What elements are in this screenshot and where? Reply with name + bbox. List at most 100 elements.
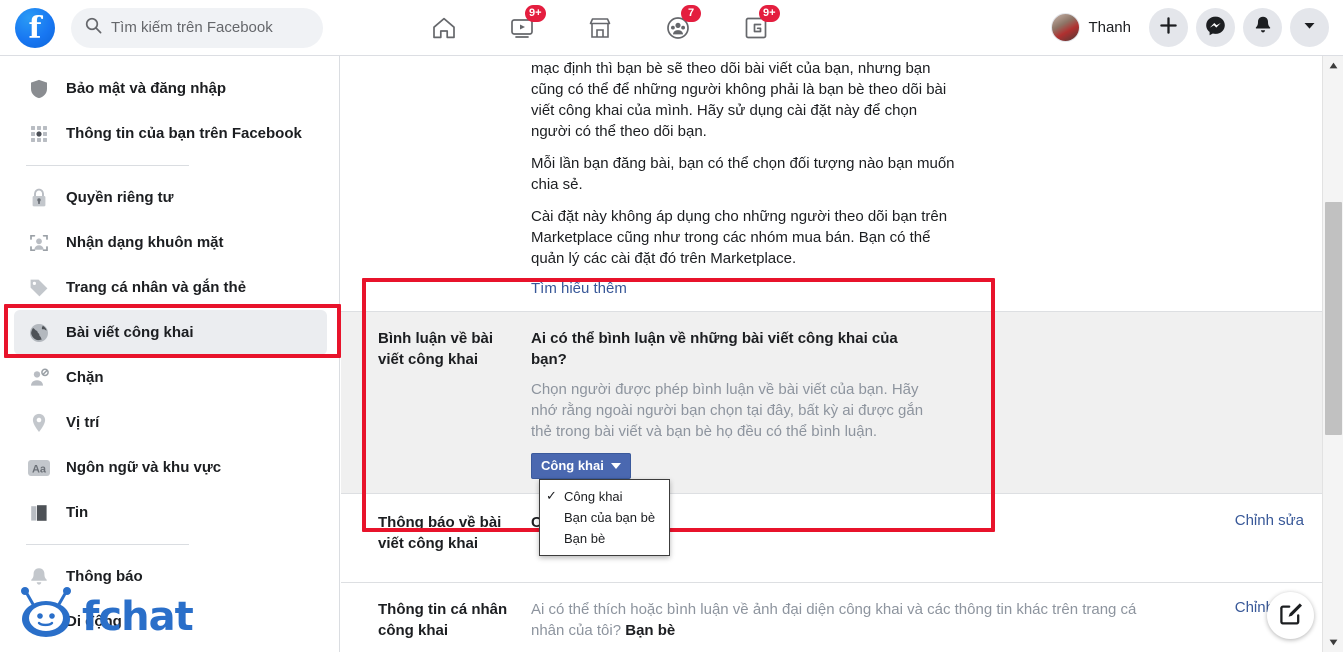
- badge-groups: 7: [681, 5, 701, 22]
- sidebar-item-label: Bài viết công khai: [66, 324, 194, 341]
- audience-dropdown-button[interactable]: Công khai: [531, 453, 631, 479]
- setting-row-public-post-notifications[interactable]: Thông báo về bài viết công khai Công kha…: [341, 493, 1322, 582]
- account-menu-button[interactable]: [1290, 8, 1329, 47]
- row-label: Thông báo về bài viết công khai: [378, 514, 502, 552]
- sidebar-item-label: Di động: [66, 613, 122, 630]
- audience-option-label: Bạn bè: [564, 531, 606, 546]
- row-label: Bình luận về bài viết công khai: [378, 330, 494, 368]
- messenger-icon: [1205, 15, 1226, 41]
- intro-paragraph: Cài đặt này không áp dụng cho những ngườ…: [531, 208, 948, 267]
- storefront-icon: [586, 14, 614, 42]
- bell-icon: [26, 564, 52, 590]
- row-action: Chỉnh sửa: [1212, 512, 1322, 530]
- row-description: Chọn người được phép bình luận về bài vi…: [531, 381, 924, 440]
- row-text: Ai có thể thích hoặc bình luận về ảnh đạ…: [531, 599, 1171, 641]
- location-pin-icon: [26, 410, 52, 436]
- tag-icon: [26, 275, 52, 301]
- sidebar-item-label: Chặn: [66, 369, 104, 386]
- plus-icon: [1159, 16, 1178, 40]
- audience-option-label: Công khai: [564, 488, 623, 504]
- row-value: Bạn bè: [625, 622, 676, 639]
- create-button[interactable]: [1149, 8, 1188, 47]
- sidebar-item-label: Ngôn ngữ và khu vực: [66, 459, 222, 476]
- scrollbar-thumb[interactable]: [1325, 202, 1342, 435]
- top-navigation-bar: f Tìm kiếm trên Facebook 9+ 7 9+ Thanh: [0, 0, 1343, 56]
- sidebar-item-your-info[interactable]: Thông tin của bạn trên Facebook: [14, 111, 327, 156]
- sidebar-divider: [26, 165, 189, 166]
- sidebar-item-mobile[interactable]: Di động: [14, 599, 327, 644]
- compose-fab-button[interactable]: [1267, 592, 1314, 639]
- avatar: [1051, 13, 1081, 42]
- nav-tab-marketplace[interactable]: [561, 0, 639, 55]
- setting-row-public-post-comments[interactable]: Bình luận về bài viết công khai Ai có th…: [341, 311, 1322, 556]
- row-label: Thông tin cá nhân công khai: [378, 601, 508, 639]
- sidebar-item-label: Thông tin của bạn trên Facebook: [66, 125, 302, 142]
- sidebar-item-label: Tin: [66, 504, 89, 521]
- sidebar-item-label: Quyền riêng tư: [66, 189, 174, 206]
- notifications-button[interactable]: [1243, 8, 1282, 47]
- sidebar-item-security[interactable]: Bảo mật và đăng nhập: [14, 66, 327, 111]
- profile-menu-button[interactable]: Thanh: [1048, 10, 1141, 45]
- row-body: Ai có thể bình luận về những bài viết cô…: [531, 328, 1212, 556]
- sidebar-item-label: Thông báo: [66, 568, 143, 585]
- sidebar-item-blocking[interactable]: Chặn: [14, 355, 327, 400]
- scroll-down-arrow-icon[interactable]: [1323, 633, 1343, 652]
- badge-gaming: 9+: [759, 5, 780, 22]
- sidebar-item-label: Bảo mật và đăng nhập: [66, 80, 227, 97]
- audience-dropdown-menu: ✓ Công khai Bạn của bạn bè Bạn bè: [539, 479, 671, 556]
- edit-link[interactable]: Chỉnh sửa: [1235, 512, 1304, 529]
- sidebar-item-location[interactable]: Vị trí: [14, 400, 327, 445]
- audience-option-label: Bạn của bạn bè: [564, 510, 656, 525]
- shield-icon: [26, 76, 52, 102]
- home-icon: [430, 14, 458, 42]
- badge-watch: 9+: [525, 5, 546, 22]
- sidebar-item-notifications[interactable]: Thông báo: [14, 554, 327, 599]
- audience-option-friends-of-friends[interactable]: Bạn của bạn bè: [540, 507, 669, 528]
- user-block-icon: [26, 365, 52, 391]
- aa-text-icon: Aa: [26, 455, 52, 481]
- sidebar-item-stories[interactable]: Tin: [14, 490, 327, 535]
- learn-more-link[interactable]: Tìm hiểu thêm: [531, 280, 1322, 297]
- globe-icon: [26, 320, 52, 346]
- sidebar-item-label: Vị trí: [66, 414, 100, 431]
- sidebar-item-face-recognition[interactable]: Nhận dạng khuôn mặt: [14, 220, 327, 265]
- sidebar-divider: [26, 544, 189, 545]
- settings-sidebar: Bảo mật và đăng nhập Thông tin của bạn t…: [0, 56, 340, 652]
- audience-option-public[interactable]: ✓ Công khai: [540, 485, 669, 507]
- nav-tab-watch[interactable]: 9+: [483, 0, 561, 55]
- chevron-down-icon: [610, 462, 621, 469]
- intro-paragraph: Mỗi lần bạn đăng bài, bạn có thể chọn đố…: [531, 155, 955, 193]
- check-icon: ✓: [546, 488, 557, 503]
- audience-option-friends[interactable]: Bạn bè: [540, 528, 669, 549]
- bell-icon: [1253, 15, 1273, 40]
- grid-dots-icon: [26, 121, 52, 147]
- facebook-logo[interactable]: f: [15, 7, 55, 48]
- intro-paragraph: mạc định thì bạn bè sẽ theo dõi bài viết…: [531, 60, 947, 140]
- sidebar-item-profile-tagging[interactable]: Trang cá nhân và gắn thẻ: [14, 265, 327, 310]
- vertical-scrollbar[interactable]: [1322, 56, 1343, 652]
- audience-selected-value: Công khai: [541, 458, 604, 473]
- nav-tabs: 9+ 7 9+: [405, 0, 795, 55]
- sidebar-item-label: Nhận dạng khuôn mặt: [66, 234, 224, 251]
- sidebar-item-language[interactable]: Aa Ngôn ngữ và khu vực: [14, 445, 327, 490]
- edit-pencil-icon: [1278, 601, 1303, 631]
- svg-text:Aa: Aa: [32, 463, 47, 475]
- nav-right-actions: Thanh: [1048, 0, 1329, 55]
- sidebar-item-privacy[interactable]: Quyền riêng tư: [14, 175, 327, 220]
- messenger-button[interactable]: [1196, 8, 1235, 47]
- search-placeholder: Tìm kiếm trên Facebook: [111, 19, 273, 36]
- chevron-down-icon: [1301, 17, 1318, 39]
- sidebar-item-public-posts[interactable]: Bài viết công khai: [14, 310, 327, 355]
- nav-tab-home[interactable]: [405, 0, 483, 55]
- nav-tab-groups[interactable]: 7: [639, 0, 717, 55]
- profile-name: Thanh: [1088, 19, 1131, 36]
- search-input[interactable]: Tìm kiếm trên Facebook: [71, 7, 323, 48]
- scroll-up-arrow-icon[interactable]: [1323, 56, 1343, 75]
- intro-section: mạc định thì bạn bè sẽ theo dõi bài viết…: [341, 56, 1322, 297]
- sidebar-item-label: Trang cá nhân và gắn thẻ: [66, 279, 247, 296]
- main-content: mạc định thì bạn bè sẽ theo dõi bài viết…: [341, 56, 1322, 652]
- nav-tab-gaming[interactable]: 9+: [717, 0, 795, 55]
- row-body: Ai có thể thích hoặc bình luận về ảnh đạ…: [531, 599, 1212, 641]
- setting-row-public-profile-info[interactable]: Thông tin cá nhân công khai Ai có thể th…: [341, 582, 1322, 652]
